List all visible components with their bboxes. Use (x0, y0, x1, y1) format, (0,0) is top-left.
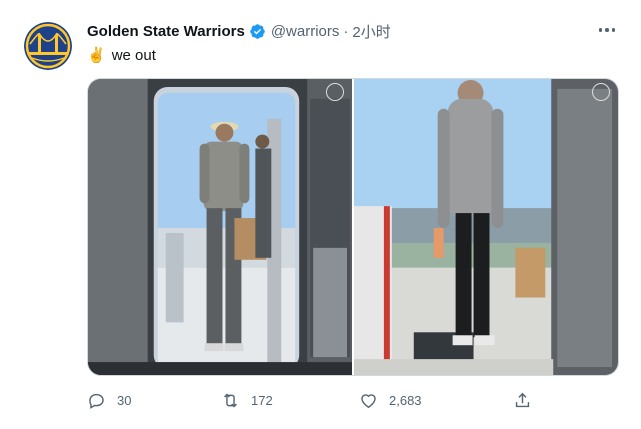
timestamp[interactable]: 2小时 (352, 21, 390, 42)
retweet-icon (224, 393, 237, 407)
more-icon[interactable] (595, 20, 619, 40)
retweet-button[interactable]: 172 (221, 388, 273, 412)
share-icon (515, 392, 530, 407)
display-name[interactable]: Golden State Warriors (87, 23, 245, 40)
tweet-text: ✌ we out (87, 44, 156, 66)
tweet-header: Golden State Warriors @warriors · 2小时 (87, 20, 391, 42)
media-grid (87, 78, 619, 376)
verified-badge-icon (250, 23, 265, 39)
tweet: Golden State Warriors @warriors · 2小时 ✌ … (0, 0, 641, 429)
photo-1[interactable] (88, 79, 352, 375)
warriors-logo (24, 22, 72, 70)
reply-icon (89, 393, 104, 409)
avatar[interactable] (24, 22, 72, 70)
tweet-body: we out (111, 46, 156, 64)
watermark-logo (592, 83, 610, 101)
like-count: 2,683 (389, 392, 422, 408)
retweet-count: 172 (251, 392, 273, 408)
share-button[interactable] (513, 388, 543, 412)
handle[interactable]: @warriors (271, 23, 340, 40)
watermark-logo (326, 83, 344, 101)
reply-button[interactable]: 30 (87, 388, 131, 412)
like-button[interactable]: 2,683 (359, 388, 422, 412)
heart-icon (361, 393, 376, 408)
reply-count: 30 (117, 392, 132, 408)
separator-dot: · (343, 22, 349, 40)
tweet-actions: 30 172 2,683 (87, 388, 547, 412)
victory-hand-emoji: ✌ (87, 47, 106, 64)
photo-2[interactable] (354, 79, 618, 375)
